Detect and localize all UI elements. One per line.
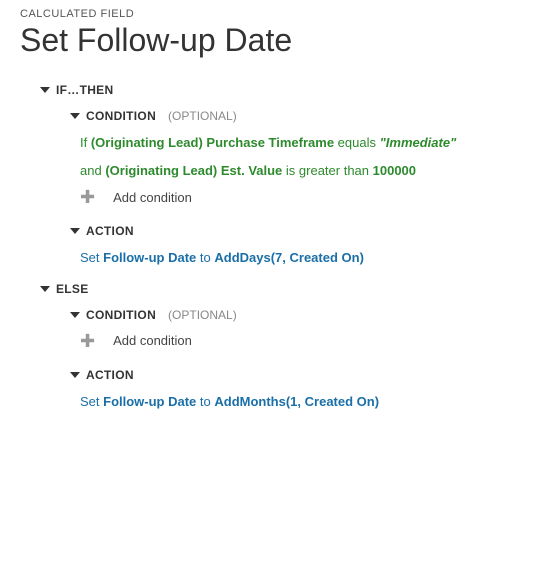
else-action-row[interactable]: Set Follow-up Date to AddMonths(1, Creat… bbox=[80, 392, 513, 412]
condition-label: CONDITION bbox=[86, 308, 156, 322]
condition-value: 100000 bbox=[373, 163, 416, 178]
add-condition-button[interactable]: ✚ Add condition bbox=[80, 188, 513, 206]
if-then-label: IF…THEN bbox=[56, 83, 113, 97]
condition-header[interactable]: CONDITION (OPTIONAL) bbox=[70, 109, 513, 123]
chevron-down-icon bbox=[40, 87, 50, 93]
optional-label: (OPTIONAL) bbox=[168, 308, 237, 322]
action-row-1[interactable]: Set Follow-up Date to AddDays(7, Created… bbox=[80, 248, 513, 268]
action-set: Set bbox=[80, 394, 103, 409]
action-func: AddDays(7, Created On) bbox=[214, 250, 364, 265]
condition-prefix: and bbox=[80, 163, 105, 178]
action-target: Follow-up Date bbox=[103, 394, 196, 409]
page-title: Set Follow-up Date bbox=[20, 22, 513, 59]
action-set: Set bbox=[80, 250, 103, 265]
condition-value: "Immediate" bbox=[380, 135, 457, 150]
condition-field: (Originating Lead) Purchase Timeframe bbox=[91, 135, 334, 150]
action-to: to bbox=[196, 394, 214, 409]
chevron-down-icon bbox=[70, 372, 80, 378]
else-action-header[interactable]: ACTION bbox=[70, 368, 513, 382]
add-condition-label: Add condition bbox=[113, 190, 192, 205]
action-label: ACTION bbox=[86, 224, 134, 238]
condition-prefix: If bbox=[80, 135, 91, 150]
condition-operator: is greater than bbox=[282, 163, 372, 178]
add-condition-label: Add condition bbox=[113, 333, 192, 348]
optional-label: (OPTIONAL) bbox=[168, 109, 237, 123]
else-header[interactable]: ELSE bbox=[40, 282, 513, 296]
condition-operator: equals bbox=[334, 135, 380, 150]
chevron-down-icon bbox=[70, 228, 80, 234]
condition-row-2[interactable]: and (Originating Lead) Est. Value is gre… bbox=[80, 161, 513, 181]
action-func: AddMonths(1, Created On) bbox=[214, 394, 379, 409]
condition-label: CONDITION bbox=[86, 109, 156, 123]
else-label: ELSE bbox=[56, 282, 89, 296]
plus-icon: ✚ bbox=[80, 332, 95, 350]
plus-icon: ✚ bbox=[80, 188, 95, 206]
else-add-condition-button[interactable]: ✚ Add condition bbox=[80, 332, 513, 350]
chevron-down-icon bbox=[70, 113, 80, 119]
action-label: ACTION bbox=[86, 368, 134, 382]
chevron-down-icon bbox=[70, 312, 80, 318]
action-header[interactable]: ACTION bbox=[70, 224, 513, 238]
else-condition-header[interactable]: CONDITION (OPTIONAL) bbox=[70, 308, 513, 322]
action-target: Follow-up Date bbox=[103, 250, 196, 265]
overline-label: CALCULATED FIELD bbox=[20, 8, 513, 20]
condition-field: (Originating Lead) Est. Value bbox=[105, 163, 282, 178]
condition-row-1[interactable]: If (Originating Lead) Purchase Timeframe… bbox=[80, 133, 513, 153]
if-then-header[interactable]: IF…THEN bbox=[40, 83, 513, 97]
action-to: to bbox=[196, 250, 214, 265]
chevron-down-icon bbox=[40, 286, 50, 292]
